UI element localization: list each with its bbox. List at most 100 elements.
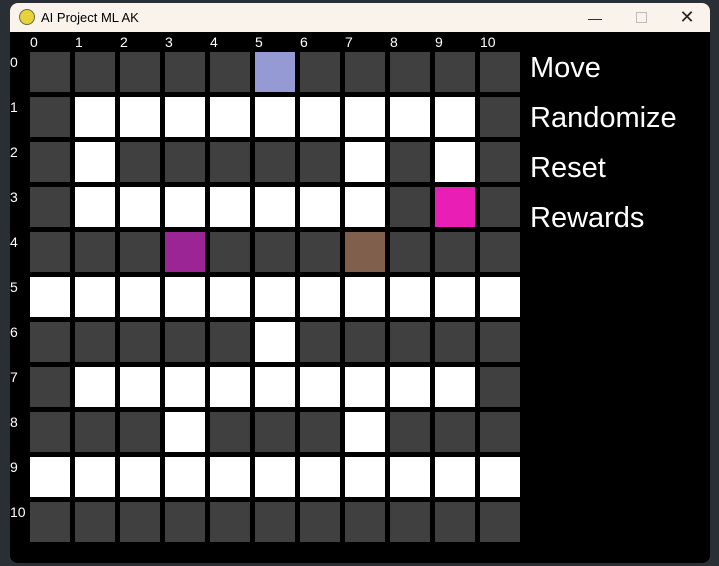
path-cell[interactable] [120,367,160,407]
path-cell[interactable] [390,457,430,497]
wall-cell[interactable] [165,142,205,182]
wall-cell[interactable] [480,367,520,407]
path-cell[interactable] [120,187,160,227]
wall-cell[interactable] [30,97,70,137]
wall-cell[interactable] [75,502,115,542]
path-cell[interactable] [345,97,385,137]
wall-cell[interactable] [480,322,520,362]
wall-cell[interactable] [300,142,340,182]
wall-cell[interactable] [390,322,430,362]
path-cell[interactable] [165,412,205,452]
path-cell[interactable] [75,367,115,407]
path-cell[interactable] [435,142,475,182]
path-cell[interactable] [435,97,475,137]
path-cell[interactable] [165,97,205,137]
path-cell[interactable] [165,187,205,227]
agent-cell[interactable] [255,52,295,92]
wall-cell[interactable] [480,187,520,227]
wall-cell[interactable] [75,412,115,452]
path-cell[interactable] [255,457,295,497]
path-cell[interactable] [435,277,475,317]
path-cell[interactable] [300,277,340,317]
wall-cell[interactable] [30,367,70,407]
path-cell[interactable] [165,367,205,407]
path-cell[interactable] [345,367,385,407]
path-cell[interactable] [210,187,250,227]
path-cell[interactable] [300,187,340,227]
wall-cell[interactable] [75,322,115,362]
wall-cell[interactable] [120,412,160,452]
wall-cell[interactable] [390,52,430,92]
wall-cell[interactable] [210,322,250,362]
wall-cell[interactable] [120,502,160,542]
path-cell[interactable] [210,97,250,137]
path-cell[interactable] [345,277,385,317]
wall-cell[interactable] [300,52,340,92]
path-cell[interactable] [345,187,385,227]
wall-cell[interactable] [390,502,430,542]
special-cell[interactable] [165,232,205,272]
wall-cell[interactable] [390,187,430,227]
maximize-button[interactable] [618,3,664,32]
wall-cell[interactable] [210,52,250,92]
wall-cell[interactable] [435,52,475,92]
path-cell[interactable] [75,97,115,137]
path-cell[interactable] [30,457,70,497]
wall-cell[interactable] [435,322,475,362]
wall-cell[interactable] [165,502,205,542]
wall-cell[interactable] [75,232,115,272]
wall-cell[interactable] [390,232,430,272]
wall-cell[interactable] [390,142,430,182]
wall-cell[interactable] [30,322,70,362]
wall-cell[interactable] [300,412,340,452]
wall-cell[interactable] [75,52,115,92]
path-cell[interactable] [210,367,250,407]
goal-cell[interactable] [435,187,475,227]
wall-cell[interactable] [345,322,385,362]
wall-cell[interactable] [30,232,70,272]
path-cell[interactable] [480,277,520,317]
path-cell[interactable] [300,97,340,137]
wall-cell[interactable] [165,322,205,362]
path-cell[interactable] [120,97,160,137]
wall-cell[interactable] [120,322,160,362]
reset-button[interactable]: Reset [530,152,606,185]
wall-cell[interactable] [120,232,160,272]
wall-cell[interactable] [30,142,70,182]
wall-cell[interactable] [165,52,205,92]
wall-cell[interactable] [480,412,520,452]
randomize-button[interactable]: Randomize [530,102,677,135]
path-cell[interactable] [390,97,430,137]
path-cell[interactable] [165,457,205,497]
wall-cell[interactable] [480,97,520,137]
wall-cell[interactable] [30,187,70,227]
path-cell[interactable] [390,367,430,407]
path-cell[interactable] [435,457,475,497]
path-cell[interactable] [255,367,295,407]
path-cell[interactable] [300,367,340,407]
path-cell[interactable] [345,457,385,497]
path-cell[interactable] [165,277,205,317]
wall-cell[interactable] [255,412,295,452]
move-button[interactable]: Move [530,52,601,85]
wall-cell[interactable] [210,412,250,452]
path-cell[interactable] [300,457,340,497]
path-cell[interactable] [435,367,475,407]
wall-cell[interactable] [435,412,475,452]
wall-cell[interactable] [120,142,160,182]
wall-cell[interactable] [210,142,250,182]
minimize-button[interactable]: — [572,3,618,32]
path-cell[interactable] [480,457,520,497]
wall-cell[interactable] [345,52,385,92]
rewards-button[interactable]: Rewards [530,202,644,235]
path-cell[interactable] [210,457,250,497]
path-cell[interactable] [120,457,160,497]
wall-cell[interactable] [30,412,70,452]
path-cell[interactable] [255,187,295,227]
wall-cell[interactable] [255,502,295,542]
path-cell[interactable] [75,187,115,227]
wall-cell[interactable] [30,502,70,542]
wall-cell[interactable] [300,502,340,542]
wall-cell[interactable] [390,412,430,452]
path-cell[interactable] [255,322,295,362]
